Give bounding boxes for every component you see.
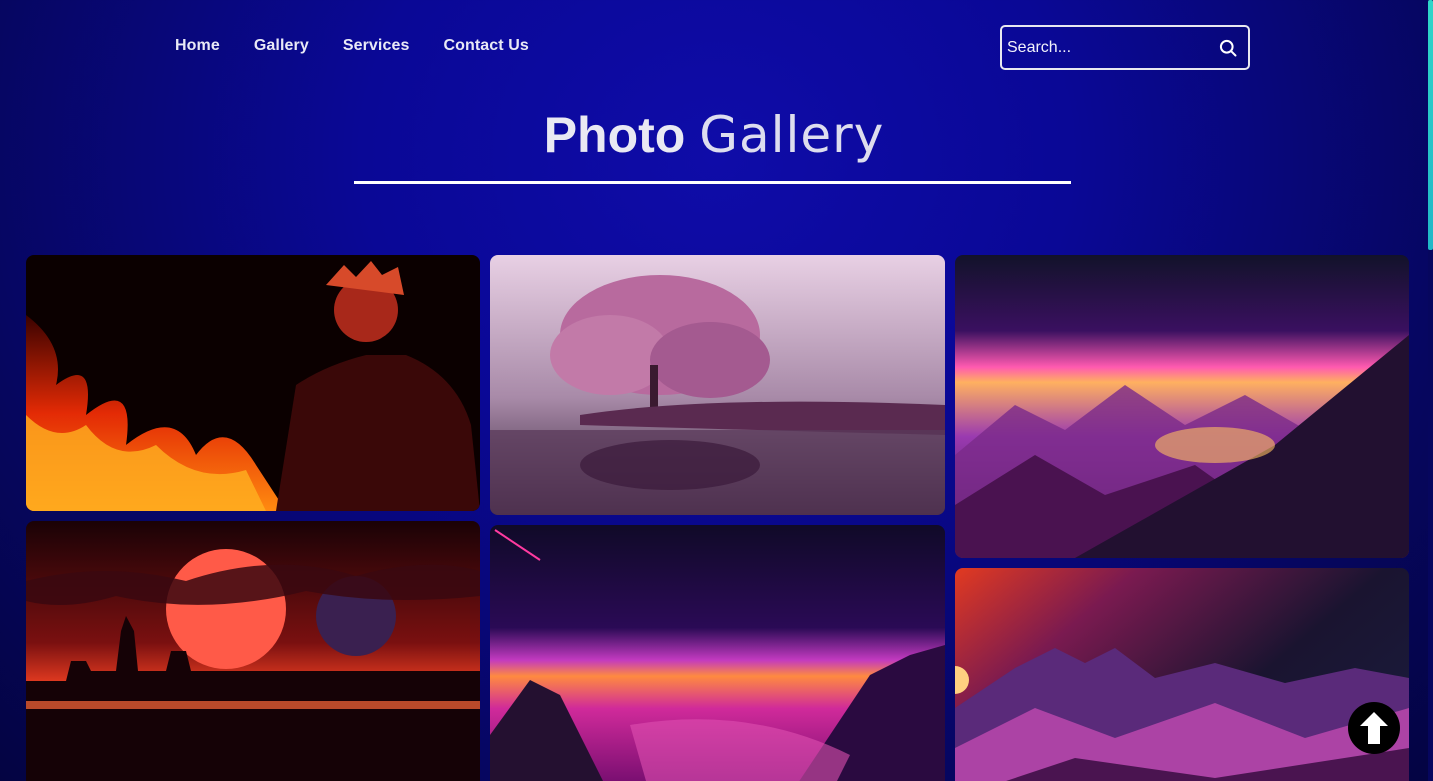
pink-horizon-image: [490, 525, 945, 781]
page-title-light: Gallery: [699, 106, 885, 164]
nav-link-services[interactable]: Services: [343, 37, 410, 55]
scrollbar-thumb[interactable]: [1428, 0, 1433, 250]
navbar: Home Gallery Services Contact Us: [0, 0, 1428, 96]
page-title-bold: Photo: [543, 107, 686, 163]
arrow-up-icon: [1360, 712, 1388, 744]
gallery-photo-red-moon-city[interactable]: [26, 521, 480, 781]
nav-link-home[interactable]: Home: [175, 37, 220, 55]
nav-link-contact-us[interactable]: Contact Us: [443, 37, 528, 55]
scrollbar-track[interactable]: [1428, 0, 1433, 781]
search-input[interactable]: [1007, 38, 1218, 57]
gallery-photo-orange-purple-mountains[interactable]: [955, 568, 1409, 781]
orange-purple-mountains-image: [955, 568, 1409, 781]
search-icon[interactable]: [1218, 38, 1238, 58]
gallery-photo-pink-tree-lake[interactable]: [490, 255, 945, 515]
pink-tree-lake-image: [490, 255, 945, 515]
nav-link-gallery[interactable]: Gallery: [254, 37, 309, 55]
gallery-photo-purple-mountains[interactable]: [955, 255, 1409, 558]
purple-mountains-image: [955, 255, 1409, 558]
title-divider: [354, 181, 1071, 184]
red-moon-city-image: [26, 521, 480, 781]
search-box: [1000, 25, 1250, 70]
nav-links: Home Gallery Services Contact Us: [175, 37, 529, 55]
gallery-photo-anime-fire[interactable]: [26, 255, 480, 511]
page-title: Photo Gallery: [0, 105, 1428, 165]
anime-fire-image: [26, 255, 480, 511]
scroll-to-top-button[interactable]: [1348, 702, 1400, 754]
gallery-photo-pink-horizon[interactable]: [490, 525, 945, 781]
